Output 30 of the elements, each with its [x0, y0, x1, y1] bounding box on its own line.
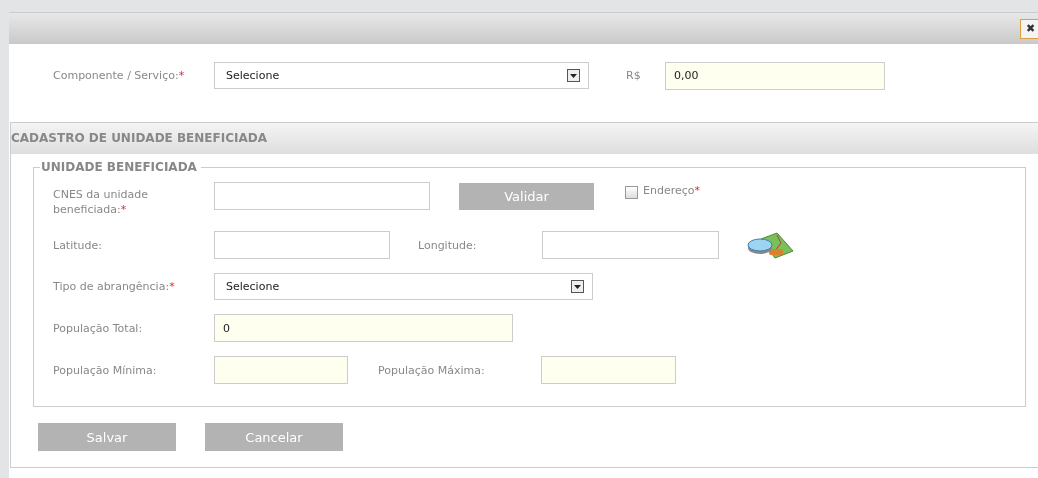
required-mark: *	[178, 69, 185, 82]
close-button[interactable]: ✖	[1020, 18, 1038, 39]
field-label: Tipo de abrangência:*	[53, 280, 176, 293]
input-field[interactable]: 0,00	[665, 61, 885, 90]
field-label: CNES da unidade beneficiada:*	[53, 187, 150, 217]
input-field[interactable]	[214, 182, 430, 210]
input-field[interactable]	[214, 231, 390, 259]
input-field[interactable]	[214, 356, 348, 384]
field-label: Componente / Serviço:*	[53, 69, 186, 82]
fieldset-legend: UNIDADE BENEFICIADA	[40, 160, 201, 174]
field-label: Endereço*	[643, 183, 700, 197]
caret-icon	[567, 69, 580, 82]
field-label: População Máxima:	[378, 363, 486, 377]
input-field[interactable]	[541, 356, 676, 384]
dropdown[interactable]: Selecione	[214, 273, 593, 300]
field-label: R$	[626, 69, 642, 82]
input-field[interactable]: 0	[214, 314, 513, 342]
caret-icon	[571, 280, 584, 293]
section-header: CADASTRO DE UNIDADE BENEFICIADA	[11, 123, 1038, 154]
required-mark: *	[120, 203, 127, 216]
dropdown[interactable]: Selecione	[214, 62, 589, 89]
field-label: Latitude:	[53, 238, 103, 252]
required-mark: *	[694, 184, 700, 197]
map-icon[interactable]	[747, 231, 795, 259]
required-mark: *	[169, 280, 175, 293]
field-label: Longitude:	[418, 238, 478, 252]
checkbox[interactable]	[625, 186, 638, 199]
input-field[interactable]	[542, 231, 719, 259]
field-label: População Mínima:	[53, 363, 158, 377]
field-label: População Total:	[53, 321, 144, 335]
